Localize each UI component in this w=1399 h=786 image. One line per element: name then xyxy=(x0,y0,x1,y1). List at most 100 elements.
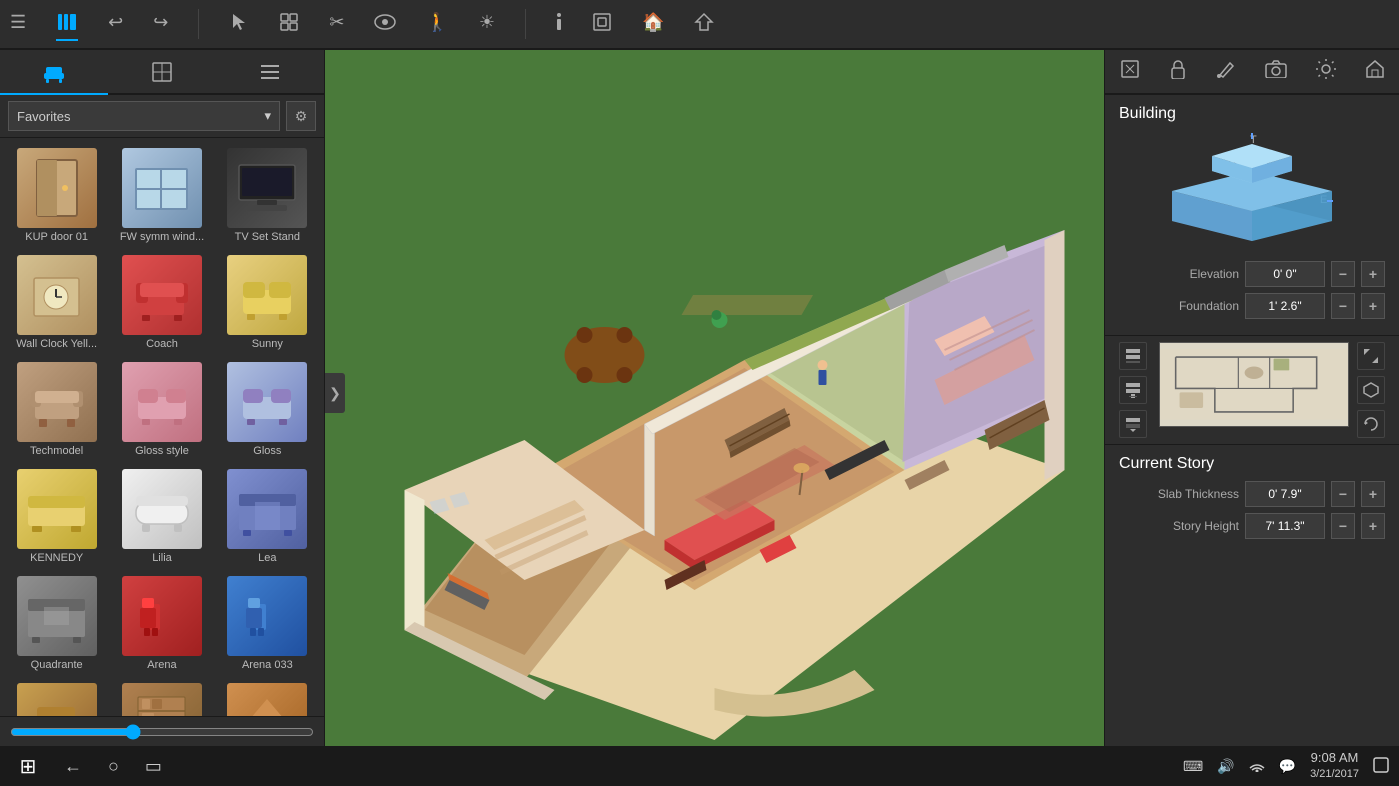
story-height-input[interactable] xyxy=(1245,513,1325,539)
sun-panel-icon[interactable] xyxy=(1310,53,1342,90)
slab-thickness-row: Slab Thickness − + xyxy=(1119,481,1385,507)
expand-view-button[interactable] xyxy=(1357,342,1385,370)
item-lamp[interactable]: Lamp xyxy=(217,679,318,716)
favorites-label: Favorites xyxy=(17,109,70,124)
item-sunny[interactable]: Sunny xyxy=(217,251,318,354)
dimensions-panel-icon[interactable] xyxy=(1114,53,1146,90)
navigate-floors-button[interactable] xyxy=(1119,410,1147,438)
camera-panel-icon[interactable] xyxy=(1259,54,1293,89)
floors-list-button[interactable] xyxy=(1119,342,1147,370)
item-label-arena033: Arena 033 xyxy=(220,659,315,671)
volume-icon[interactable]: 🔊 xyxy=(1217,758,1234,775)
favorites-settings-icon[interactable]: ⚙ xyxy=(286,101,316,131)
item-thumb-chair2 xyxy=(17,683,97,716)
lock-panel-icon[interactable] xyxy=(1163,53,1193,90)
left-tabs xyxy=(0,50,324,95)
sun-icon[interactable]: ☀ xyxy=(479,12,495,37)
furniture-tab[interactable] xyxy=(0,50,108,93)
slab-thickness-input[interactable] xyxy=(1245,481,1325,507)
item-kup-door[interactable]: KUP door 01 xyxy=(6,144,107,247)
add-floor-button[interactable] xyxy=(1119,376,1147,404)
info-icon[interactable] xyxy=(556,13,562,35)
item-thumb-fw-window xyxy=(122,148,202,228)
redo-icon[interactable]: ↪ xyxy=(153,12,168,37)
story-height-row: Story Height − + xyxy=(1119,513,1385,539)
item-tv-stand[interactable]: TV Set Stand xyxy=(217,144,318,247)
slab-thickness-label: Slab Thickness xyxy=(1119,487,1239,501)
story-height-increase-button[interactable]: + xyxy=(1361,513,1385,539)
size-slider[interactable] xyxy=(10,724,314,740)
overview-button[interactable]: ▭ xyxy=(137,752,170,781)
network-icon[interactable] xyxy=(1249,758,1265,775)
undo-icon[interactable]: ↩ xyxy=(108,12,123,37)
item-fw-window[interactable]: FW symm wind... xyxy=(111,144,212,247)
system-clock: 9:08 AM 3/21/2017 xyxy=(1310,750,1359,781)
item-thumb-arena033 xyxy=(227,576,307,656)
item-lea[interactable]: Lea xyxy=(217,465,318,568)
view-3d-button[interactable] xyxy=(1357,376,1385,404)
expand-panel-button[interactable]: ❯ xyxy=(325,373,345,413)
menu-icon[interactable]: ☰ xyxy=(10,12,26,37)
library-icon[interactable] xyxy=(56,11,78,37)
home-button[interactable]: ○ xyxy=(100,752,127,781)
item-label-arena: Arena xyxy=(114,659,209,671)
foundation-row: Foundation − + xyxy=(1119,293,1385,319)
item-label-coach: Coach xyxy=(114,338,209,350)
rotate-button[interactable] xyxy=(1357,410,1385,438)
elevation-decrease-button[interactable]: − xyxy=(1331,261,1355,287)
slab-increase-button[interactable]: + xyxy=(1361,481,1385,507)
right-top-icons xyxy=(1105,50,1399,95)
item-kennedy[interactable]: KENNEDY xyxy=(6,465,107,568)
item-lilia[interactable]: Lilia xyxy=(111,465,212,568)
foundation-decrease-button[interactable]: − xyxy=(1331,293,1355,319)
left-panel: Favorites ▾ ⚙ KUP door 01 FW symm wind..… xyxy=(0,50,325,746)
mini-plan-svg xyxy=(1160,343,1348,426)
floor-plan-canvas[interactable] xyxy=(325,50,1104,746)
item-coach[interactable]: Coach xyxy=(111,251,212,354)
notification-icon[interactable] xyxy=(1373,757,1389,776)
building-title: Building xyxy=(1119,105,1385,123)
story-height-decrease-button[interactable]: − xyxy=(1331,513,1355,539)
item-arena033[interactable]: Arena 033 xyxy=(217,572,318,675)
item-wall-clock[interactable]: Wall Clock Yell... xyxy=(6,251,107,354)
back-button[interactable]: ← xyxy=(56,752,90,781)
share-icon[interactable] xyxy=(694,12,714,36)
keyboard-icon[interactable]: ⌨ xyxy=(1183,758,1203,775)
chat-icon[interactable]: 💬 xyxy=(1279,758,1296,775)
item-shelf[interactable]: Shelf xyxy=(111,679,212,716)
item-thumb-tv-stand xyxy=(227,148,307,228)
export-icon[interactable] xyxy=(592,12,612,36)
item-chair2[interactable]: Chair xyxy=(6,679,107,716)
paint-panel-icon[interactable] xyxy=(1210,53,1242,90)
scissors-icon[interactable]: ✂ xyxy=(329,12,344,37)
size-slider-area xyxy=(0,716,324,746)
item-label-gloss-style: Gloss style xyxy=(114,445,209,457)
home-icon[interactable]: 🏠 xyxy=(642,12,664,37)
house-panel-icon[interactable] xyxy=(1359,53,1391,90)
foundation-increase-button[interactable]: + xyxy=(1361,293,1385,319)
taskbar: ⊞ ← ○ ▭ ⌨ 🔊 💬 9:08 AM 3/21/2017 xyxy=(0,746,1399,786)
elevation-input[interactable] xyxy=(1245,261,1325,287)
slab-decrease-button[interactable]: − xyxy=(1331,481,1355,507)
item-gloss-style[interactable]: Gloss style xyxy=(111,358,212,461)
windows-start-button[interactable]: ⊞ xyxy=(10,748,46,784)
view-icon[interactable] xyxy=(374,14,396,34)
foundation-input[interactable] xyxy=(1245,293,1325,319)
clock-time: 9:08 AM xyxy=(1311,750,1359,767)
floor-plan-svg xyxy=(325,50,1104,746)
item-gloss[interactable]: Gloss xyxy=(217,358,318,461)
item-quadrante[interactable]: Quadrante xyxy=(6,572,107,675)
list-tab[interactable] xyxy=(216,50,324,93)
building-3d-preview: T H F E xyxy=(1152,131,1352,251)
item-thumb-sunny xyxy=(227,255,307,335)
item-techmodel[interactable]: Techmodel xyxy=(6,358,107,461)
taskbar-right: ⌨ 🔊 💬 9:08 AM 3/21/2017 xyxy=(1183,750,1389,781)
select-icon[interactable] xyxy=(229,12,249,36)
group-icon[interactable] xyxy=(279,12,299,36)
elevation-increase-button[interactable]: + xyxy=(1361,261,1385,287)
draw-tab[interactable] xyxy=(108,50,216,93)
item-arena[interactable]: Arena xyxy=(111,572,212,675)
walk-icon[interactable]: 🚶 xyxy=(426,12,448,37)
item-label-lea: Lea xyxy=(220,552,315,564)
favorites-dropdown[interactable]: Favorites ▾ xyxy=(8,101,280,131)
